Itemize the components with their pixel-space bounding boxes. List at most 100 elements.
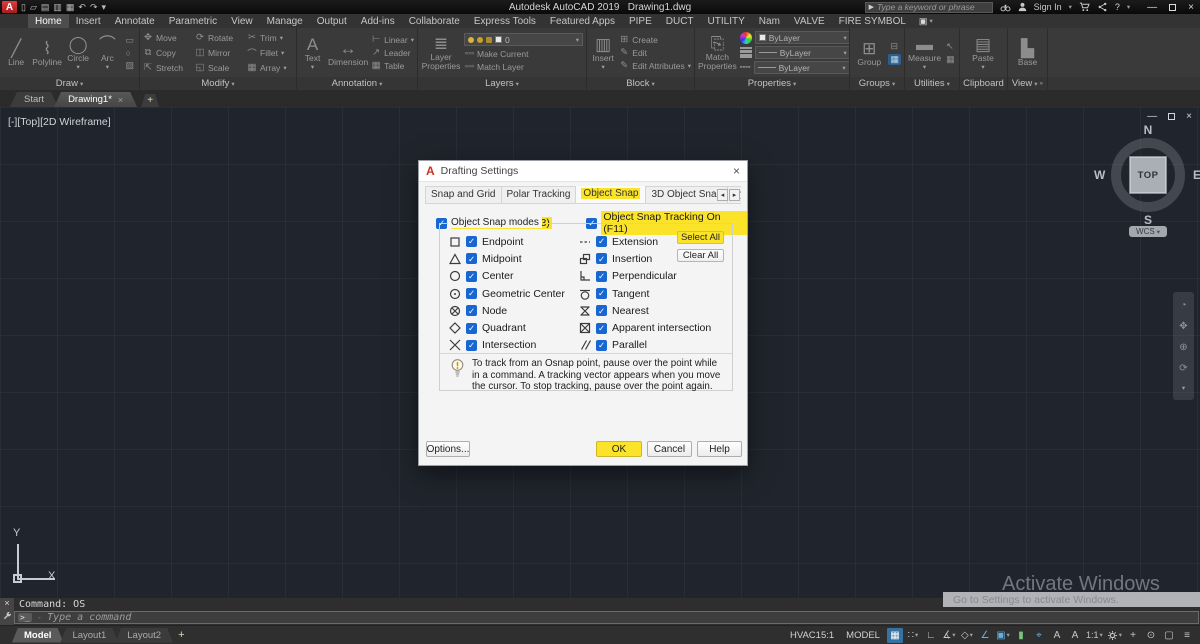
command-close-icon[interactable]: ×: [4, 599, 9, 608]
extension-checkbox[interactable]: ✓: [596, 236, 607, 247]
panel-label-view[interactable]: View: [1012, 78, 1032, 89]
block-edit[interactable]: ✎Edit: [619, 47, 691, 58]
view-cube[interactable]: N S W E TOP: [1108, 135, 1188, 215]
layers-make-current[interactable]: ◦◦◦◦Make Current: [464, 48, 583, 59]
status-isolate-objects[interactable]: ⊙: [1143, 628, 1159, 643]
modify-fillet[interactable]: ⌒Fillet▾: [247, 45, 296, 60]
dialog-title-bar[interactable]: A Drafting Settings ×: [419, 161, 747, 182]
modify-copy[interactable]: ⧉Copy: [143, 45, 193, 60]
panel-label-draw[interactable]: Draw: [56, 78, 78, 89]
search-binoculars-icon[interactable]: [1000, 3, 1011, 12]
center-checkbox[interactable]: ✓: [466, 271, 477, 282]
viewcube-west[interactable]: W: [1094, 168, 1105, 182]
cancel-button[interactable]: Cancel: [647, 441, 692, 457]
status-graphics-performance[interactable]: ▢: [1161, 628, 1177, 643]
file-tab-close-icon[interactable]: ×: [118, 95, 123, 105]
save-as-icon[interactable]: ▥: [53, 2, 62, 13]
ribbon-tab-view[interactable]: View: [224, 14, 260, 28]
dropdown-caret-icon[interactable]: ▾: [1119, 631, 1122, 639]
viewcube-top-face[interactable]: TOP: [1129, 156, 1167, 194]
options-button[interactable]: Options...: [426, 441, 470, 457]
minimize-button[interactable]: —: [1147, 2, 1157, 13]
dialog-tab-snap-and-grid[interactable]: Snap and Grid: [425, 186, 502, 203]
dialog-close-icon[interactable]: ×: [733, 164, 740, 178]
modify-array[interactable]: ▦Array▾: [247, 60, 296, 75]
orbit-icon[interactable]: ⟳: [1179, 363, 1187, 374]
ribbon-tab-collaborate[interactable]: Collaborate: [402, 14, 467, 28]
annotation-text[interactable]: AText▾: [300, 30, 325, 76]
ribbon-tab-pipe[interactable]: PIPE: [622, 14, 659, 28]
dialog-tab-3d-object-snap[interactable]: 3D Object Snap: [645, 186, 728, 203]
block-insert[interactable]: ▥Insert▾: [590, 30, 616, 76]
tab-scroll-right-icon[interactable]: ▸: [729, 189, 740, 201]
modify-rotate[interactable]: ⟳Rotate: [195, 30, 245, 45]
match-properties[interactable]: ⎘Match Properties: [698, 30, 737, 76]
model-space-label[interactable]: MODEL: [841, 630, 885, 641]
status-annotation-monitor[interactable]: +: [1125, 628, 1141, 643]
draw-arc[interactable]: ⌒Arc▾: [94, 30, 120, 76]
ribbon-tab-nam[interactable]: Nam: [752, 14, 787, 28]
quick-select-icon[interactable]: ↖: [944, 41, 957, 52]
open-file-icon[interactable]: ▱: [30, 2, 37, 13]
navbar-more-icon[interactable]: ▾: [1182, 384, 1185, 392]
help-caret-icon[interactable]: ▾: [1127, 3, 1130, 11]
panel-label-annotation[interactable]: Annotation: [332, 78, 377, 89]
perpendicular-checkbox[interactable]: ✓: [596, 271, 607, 282]
panel-label-properties[interactable]: Properties: [748, 78, 791, 89]
layer-properties[interactable]: ≣Layer Properties: [421, 30, 461, 76]
viewport-restore-icon[interactable]: [1168, 113, 1175, 120]
autocad-logo-icon[interactable]: A: [2, 1, 17, 13]
dropdown-caret-icon[interactable]: ▾: [1099, 631, 1102, 639]
viewcube-north[interactable]: N: [1144, 123, 1153, 137]
modify-move[interactable]: ✥Move: [143, 30, 193, 45]
status-ortho[interactable]: ∟: [923, 628, 939, 643]
panel-label-utilities[interactable]: Utilities: [914, 78, 945, 89]
dropdown-caret-icon[interactable]: ▾: [1007, 631, 1010, 639]
undo-icon[interactable]: ↶: [78, 2, 86, 13]
object-color-dropdown[interactable]: ByLayer▾: [755, 31, 849, 44]
status-isodraft[interactable]: ◇▾: [959, 628, 975, 643]
ribbon-tab-add-ins[interactable]: Add-ins: [354, 14, 402, 28]
ribbon-tab-insert[interactable]: Insert: [69, 14, 108, 28]
layers-match-layer[interactable]: ◦◦◦◦Match Layer: [464, 61, 583, 72]
annotation-leader[interactable]: ↗Leader: [371, 47, 414, 58]
new-file-icon[interactable]: ▯: [21, 2, 26, 13]
dialog-tab-polar-tracking[interactable]: Polar Tracking: [501, 186, 577, 203]
status-customize[interactable]: ≡: [1179, 628, 1195, 643]
midpoint-checkbox[interactable]: ✓: [466, 253, 477, 264]
view-base[interactable]: ▙Base: [1011, 30, 1044, 76]
ribbon-tab-valve[interactable]: VALVE: [787, 14, 832, 28]
zoom-extents-icon[interactable]: ⊕: [1179, 342, 1187, 353]
dropdown-caret-icon[interactable]: ▾: [970, 631, 973, 639]
dialog-tab-object-snap[interactable]: Object Snap: [575, 186, 646, 203]
quadrant-checkbox[interactable]: ✓: [466, 323, 477, 334]
linetype-dropdown[interactable]: ByLayer▾: [754, 61, 849, 74]
sign-in-label[interactable]: Sign In: [1034, 2, 1062, 12]
status-annotation-scale[interactable]: 1:1▾: [1085, 628, 1104, 643]
viewcube-south[interactable]: S: [1144, 213, 1152, 227]
panel-label-layers[interactable]: Layers: [485, 78, 514, 89]
ellipse-icon[interactable]: ○: [123, 48, 136, 58]
file-tab-start[interactable]: Start: [10, 92, 58, 107]
draw-polyline[interactable]: ⌇Polyline: [32, 30, 62, 76]
status-object-snap-tracking[interactable]: ∠: [977, 628, 993, 643]
viewport-close-icon[interactable]: ×: [1186, 111, 1192, 122]
ribbon-tab-output[interactable]: Output: [310, 14, 354, 28]
ribbon-tab-duct[interactable]: DUCT: [659, 14, 701, 28]
status-autoscale[interactable]: A: [1067, 628, 1083, 643]
panel-label-block[interactable]: Block: [626, 78, 649, 89]
screen-record-icon[interactable]: ▣▾: [913, 14, 939, 28]
layout-tab-layout2[interactable]: Layout2: [115, 628, 173, 643]
file-tab-drawing1[interactable]: Drawing1*×: [54, 92, 137, 107]
lineweight-dropdown[interactable]: ByLayer▾: [755, 46, 849, 59]
new-drawing-tab-button[interactable]: +: [141, 94, 159, 107]
modify-trim[interactable]: ✂Trim▾: [247, 30, 296, 45]
panel-label-modify[interactable]: Modify: [201, 78, 229, 89]
insertion-checkbox[interactable]: ✓: [596, 253, 607, 264]
status-annotation-visibility[interactable]: A: [1049, 628, 1065, 643]
nearest-checkbox[interactable]: ✓: [596, 305, 607, 316]
node-checkbox[interactable]: ✓: [466, 305, 477, 316]
navigation-bar[interactable]: ◔ ✥ ⊕ ⟳ ▾: [1173, 292, 1194, 400]
qat-customize-icon[interactable]: ▾: [102, 2, 107, 13]
ribbon-tab-annotate[interactable]: Annotate: [108, 14, 162, 28]
